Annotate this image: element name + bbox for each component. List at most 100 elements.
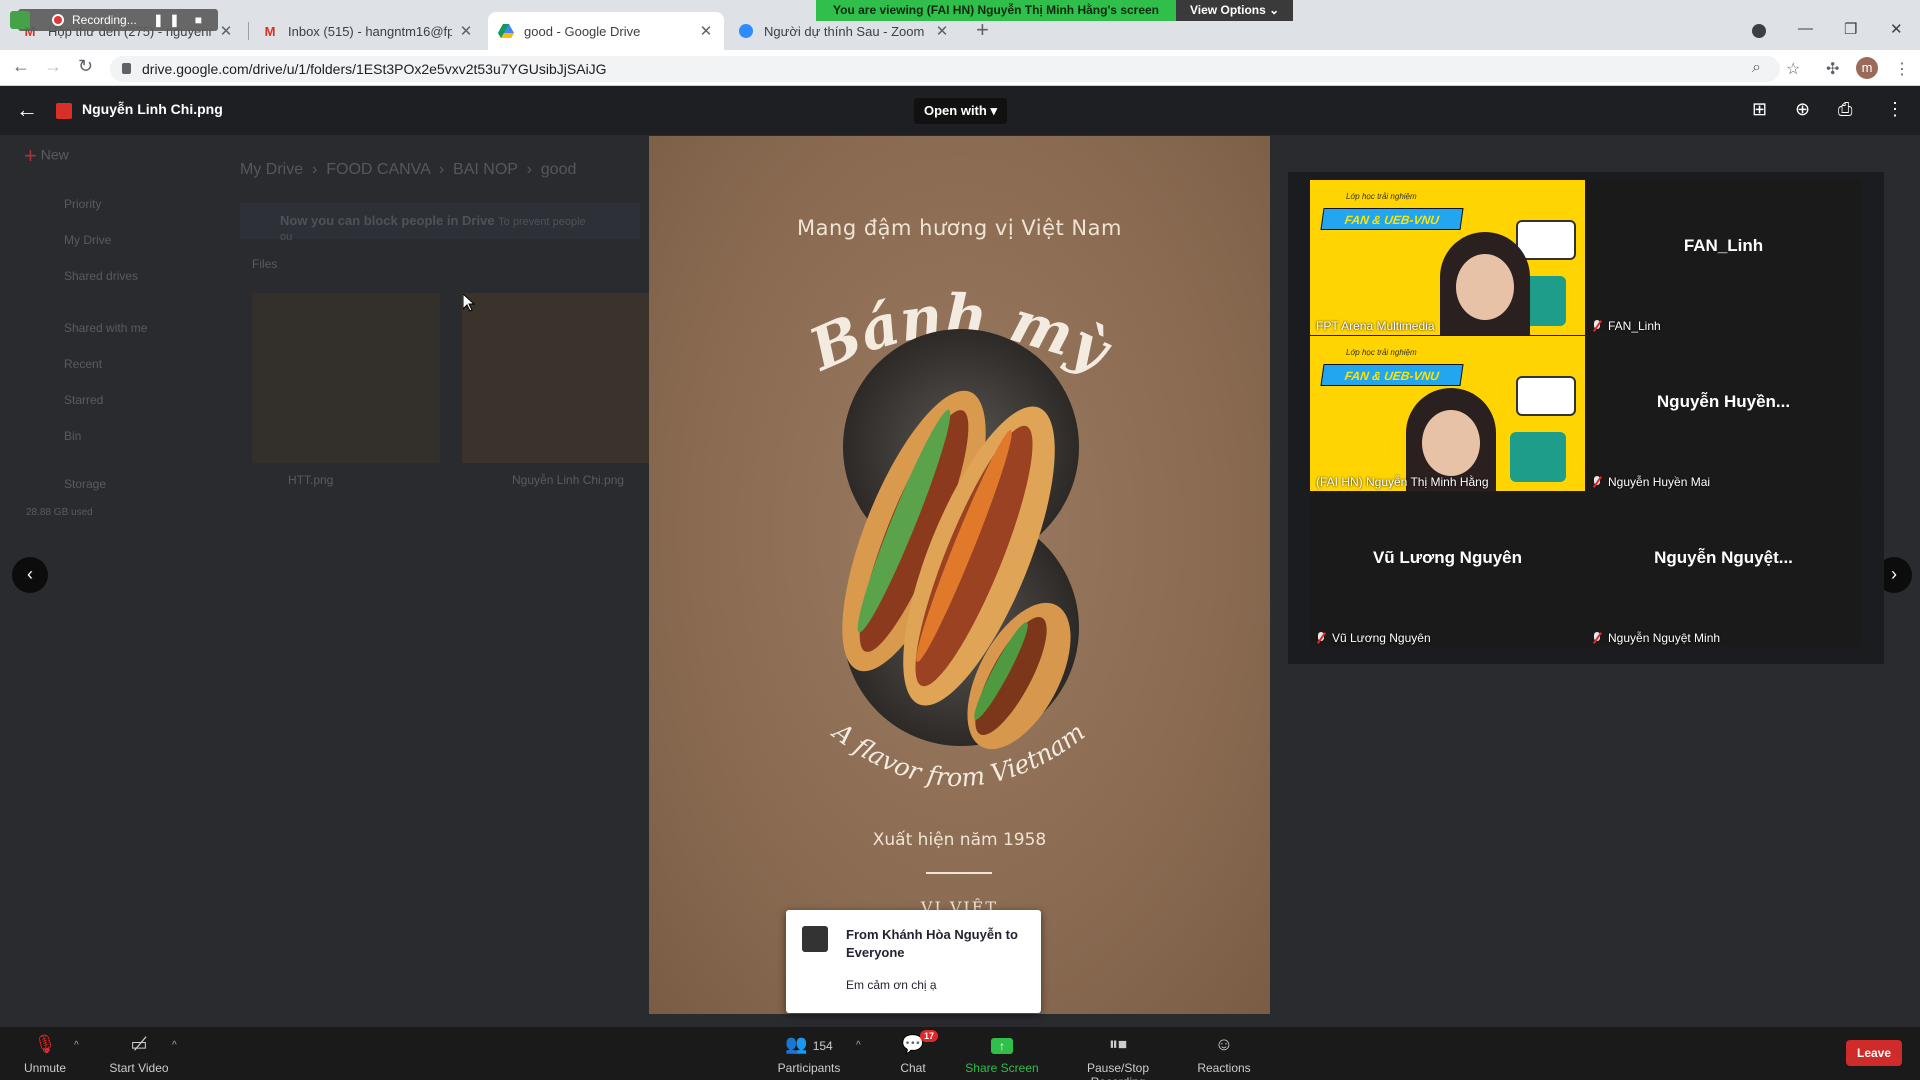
add-comment-icon[interactable]: ⊕	[1795, 99, 1810, 120]
participants-icon: 👥 154	[785, 1034, 833, 1054]
zoom-magnifier-icon[interactable]: ⌕	[1752, 59, 1761, 77]
file-thumbnail[interactable]	[252, 293, 440, 463]
muted-mic-icon	[1592, 632, 1602, 644]
close-icon[interactable]: ✕	[218, 22, 234, 40]
view-options-button[interactable]: View Options ⌄	[1176, 0, 1294, 21]
sidebar-item-storage[interactable]: Storage	[64, 477, 106, 491]
participant-count: 154	[812, 1039, 833, 1053]
tile-banner-main: FAN & UEB-VNU	[1320, 208, 1464, 230]
restore-icon[interactable]: ❐	[1844, 20, 1857, 38]
file-name[interactable]: Nguyễn Linh Chi.png	[512, 473, 624, 487]
sidebar-item-starred[interactable]: Starred	[64, 393, 103, 407]
new-button[interactable]: + New	[24, 143, 69, 169]
forward-arrow-icon[interactable]: →	[44, 56, 62, 77]
sidebar-item-shared-with-me[interactable]: Shared with me	[64, 321, 147, 335]
illustration-card	[1516, 376, 1576, 416]
close-window-icon[interactable]: ✕	[1890, 20, 1903, 38]
sidebar-item-priority[interactable]: Priority	[64, 197, 101, 211]
reactions-button[interactable]: ☺ Reactions	[1196, 1031, 1252, 1075]
recording-controls[interactable]: ❚❚ ■	[153, 13, 208, 27]
files-label: Files	[252, 257, 278, 271]
participant-name: FPT Arena Multimedia	[1316, 319, 1435, 333]
audio-options-caret[interactable]: ^	[74, 1040, 79, 1051]
participants-button[interactable]: 👥 154 Participants	[774, 1031, 844, 1075]
recording-button[interactable]: ⏸⏹ Pause/Stop Recording	[1058, 1031, 1178, 1080]
participant-gallery: Lớp học trải nghiệm FAN & UEB-VNU FPT Ar…	[1288, 172, 1884, 664]
muted-mic-icon	[1592, 320, 1602, 332]
minimize-icon[interactable]: —	[1798, 20, 1813, 37]
block-people-notice: Now you can block people in Drive To pre…	[240, 203, 640, 243]
more-actions-icon[interactable]: ⋮	[1886, 99, 1904, 120]
address-bar-row: ← → ↻ drive.google.com/drive/u/1/folders…	[0, 50, 1920, 86]
sidebar-item-bin[interactable]: Bin	[64, 429, 81, 443]
recording-label: Recording...	[72, 13, 137, 27]
screen-share-banner: You are viewing (FAI HN) Nguyễn Thị Minh…	[816, 0, 1294, 21]
profile-avatar[interactable]: m	[1856, 57, 1878, 79]
reactions-label: Reactions	[1197, 1061, 1251, 1075]
share-screen-button[interactable]: ↑ Share Screen	[964, 1031, 1040, 1075]
close-icon[interactable]: ✕	[458, 22, 474, 40]
close-icon[interactable]: ✕	[934, 22, 950, 40]
file-name[interactable]: HTT.png	[288, 473, 333, 487]
participant-tile[interactable]: Nguyễn Nguyệt... Nguyễn Nguyệt Minh	[1586, 492, 1861, 647]
start-video-label: Start Video	[109, 1061, 169, 1075]
breadcrumb-item[interactable]: FOOD CANVA	[326, 161, 430, 178]
back-arrow-icon[interactable]: ←	[16, 97, 38, 123]
notice-title: Now you can block people in Drive	[280, 213, 495, 228]
participant-name: FAN_Linh	[1592, 319, 1661, 333]
unmute-button[interactable]: 🎙 Unmute	[20, 1031, 70, 1075]
video-options-caret[interactable]: ^	[172, 1040, 177, 1051]
participant-video	[1440, 232, 1530, 335]
share-screen-label: Share Screen	[965, 1061, 1039, 1075]
tab-gmail-inbox[interactable]: M Inbox (515) - hangntm16@fpt.ed ✕	[252, 12, 484, 50]
participant-tile[interactable]: FAN_Linh FAN_Linh	[1586, 180, 1861, 335]
browser-tab-bar: M Hộp thư đến (275) - nguyenmin ✕ M Inbo…	[0, 0, 1920, 50]
open-with-button[interactable]: Open with ▾	[914, 98, 1007, 124]
new-tab-button[interactable]: +	[976, 18, 989, 42]
chrome-menu-icon[interactable]: ⋮	[1894, 59, 1910, 79]
new-label: New	[40, 146, 69, 163]
participant-tile[interactable]: Lớp học trải nghiệm FAN & UEB-VNU (FAI H…	[1310, 336, 1585, 491]
url-bar[interactable]: drive.google.com/drive/u/1/folders/1ESt3…	[110, 56, 1780, 82]
sidebar-item-shared-drives[interactable]: Shared drives	[64, 269, 138, 283]
close-icon[interactable]: ✕	[698, 22, 714, 40]
add-to-drive-icon[interactable]: ⊞	[1752, 99, 1767, 120]
participant-tile[interactable]: Nguyễn Huyền... Nguyễn Huyền Mai	[1586, 336, 1861, 491]
participant-tile[interactable]: Vũ Lương Nguyên Vũ Lương Nguyên	[1310, 492, 1585, 647]
participants-label: Participants	[777, 1061, 841, 1075]
leave-button[interactable]: Leave	[1846, 1040, 1903, 1066]
sidebar-item-recent[interactable]: Recent	[64, 357, 102, 371]
breadcrumb-item[interactable]: My Drive	[240, 161, 303, 178]
participant-name: Vũ Lương Nguyên	[1316, 631, 1431, 645]
reload-icon[interactable]: ↻	[78, 56, 93, 77]
chat-label: Chat	[900, 1061, 926, 1075]
record-dot-icon	[52, 14, 64, 26]
recording-label: Pause/Stop Recording	[1086, 1061, 1150, 1080]
tab-divider	[248, 22, 249, 40]
bookmark-star-icon[interactable]: ☆	[1786, 59, 1800, 79]
file-thumbnail[interactable]	[462, 293, 650, 463]
chat-notification[interactable]: From Khánh Hòa Nguyễn to Everyone Em cảm…	[786, 910, 1041, 1013]
tab-google-drive[interactable]: good - Google Drive ✕	[488, 12, 724, 50]
mouse-cursor-icon	[463, 294, 475, 312]
breadcrumb-item[interactable]: good	[541, 161, 577, 178]
poster-graphics: Bánh mỳ A flavor from Vietnam	[798, 282, 1123, 793]
image-file-icon	[56, 103, 72, 119]
participant-tile[interactable]: Lớp học trải nghiệm FAN & UEB-VNU FPT Ar…	[1310, 180, 1585, 335]
illustration-card	[1516, 220, 1576, 260]
video-off-icon: ▭̸	[130, 1034, 148, 1054]
print-icon[interactable]: ⎙	[1838, 99, 1852, 120]
sender-avatar	[802, 926, 828, 952]
participant-display-name: FAN_Linh	[1683, 236, 1764, 255]
start-video-button[interactable]: ▭̸ Start Video	[104, 1031, 174, 1075]
extensions-icon[interactable]: ✣	[1826, 59, 1839, 79]
sidebar-item-my-drive[interactable]: My Drive	[64, 233, 111, 247]
back-arrow-icon[interactable]: ←	[12, 56, 30, 77]
viewer-header: ← Nguyễn Linh Chi.png Open with ▾ ⊞ ⊕ ⎙ …	[0, 87, 1920, 135]
participants-options-caret[interactable]: ^	[856, 1040, 861, 1051]
illustration-figure	[1510, 432, 1566, 482]
tile-banner-top: Lớp học trải nghiệm	[1346, 348, 1417, 357]
previous-file-button[interactable]: ‹	[12, 557, 48, 593]
breadcrumb-item[interactable]: BAI NOP	[453, 161, 518, 178]
tab-search-icon[interactable]	[1752, 24, 1766, 38]
